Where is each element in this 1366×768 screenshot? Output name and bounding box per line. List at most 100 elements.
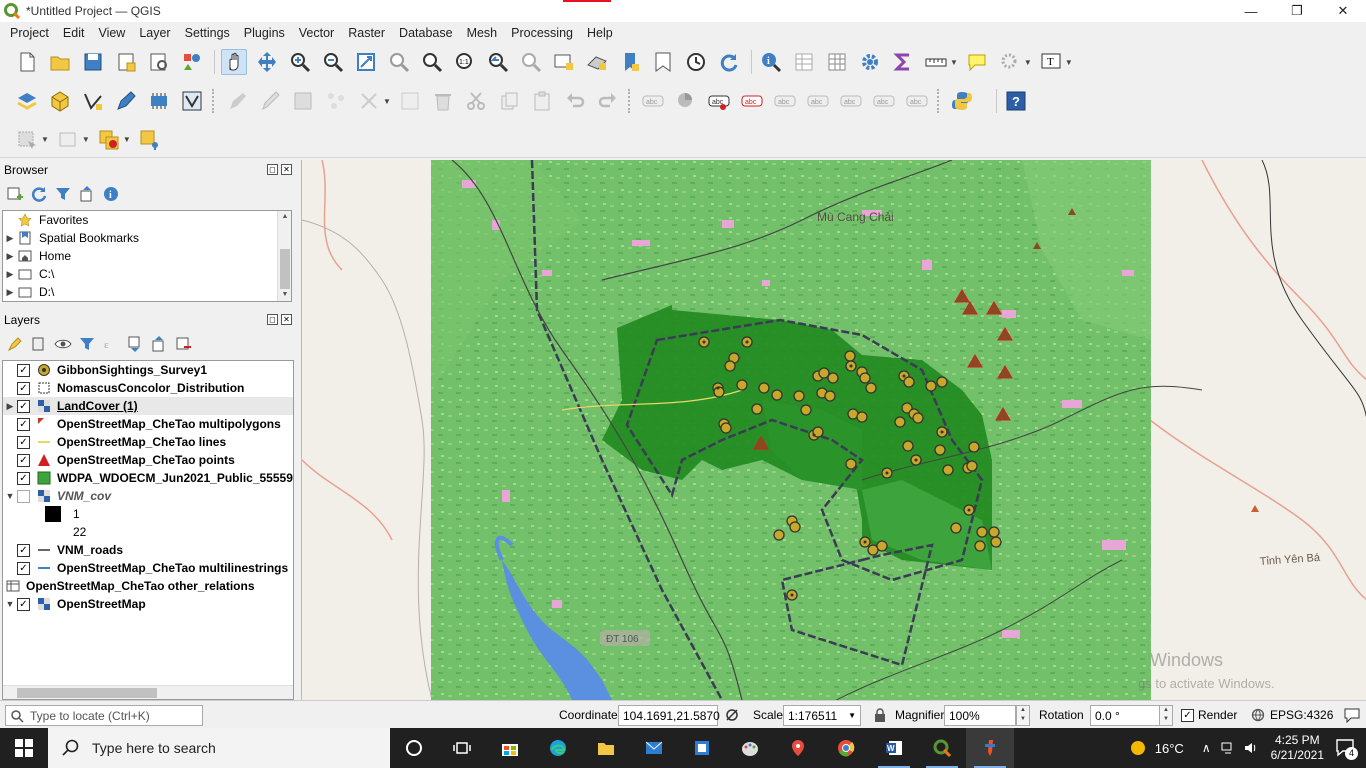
measure-line-button[interactable] [923,49,949,75]
filter-expression-icon[interactable]: ε [102,335,120,353]
locator-search-input[interactable]: Type to locate (Ctrl+K) [5,705,203,726]
zoom-out-button[interactable] [320,49,346,75]
virtual-layer-button[interactable] [179,88,205,114]
pan-to-selection-button[interactable] [254,49,280,75]
layer-row-landcover[interactable]: ▶ ✓ LandCover (1) [3,397,293,415]
layer-visibility-checkbox[interactable]: ✓ [17,453,30,467]
layer-visibility-checkbox[interactable]: ✓ [17,363,30,377]
menu-vector[interactable]: Vector [292,26,341,40]
browser-item-c-drive[interactable]: ▶ C:\ [3,265,291,283]
layer-row-wdpa[interactable]: ✓ WDPA_WDOECM_Jun2021_Public_555594 [3,469,293,487]
taskbar-edge-app[interactable] [534,728,582,768]
current-edits-button[interactable] [224,88,250,114]
add-group-icon[interactable] [30,335,48,353]
filter-legend-icon[interactable] [78,335,96,353]
digitize-pen-button[interactable] [113,88,139,114]
layer-visibility-checkbox[interactable]: ✓ [17,561,30,575]
menu-plugins[interactable]: Plugins [237,26,292,40]
toggle-extents-icon[interactable] [725,708,739,722]
layer-visibility-checkbox[interactable]: ✓ [17,471,30,485]
layer-row-vnm-roads[interactable]: ✓ VNM_roads [3,541,293,559]
processing-toolbox-button[interactable] [857,49,883,75]
menu-database[interactable]: Database [392,26,460,40]
menu-view[interactable]: View [91,26,132,40]
volume-icon[interactable] [1243,740,1259,756]
layers-horizontal-scrollbar[interactable] [3,685,293,699]
vertex-tool-button[interactable] [356,88,382,114]
help-button[interactable]: ? [1003,88,1029,114]
cut-features-button[interactable] [463,88,489,114]
menu-layer[interactable]: Layer [132,26,177,40]
layer-visibility-checkbox[interactable] [17,489,30,503]
taskbar-mail-app[interactable] [630,728,678,768]
layer-row-osm-points[interactable]: ✓ OpenStreetMap_CheTao points [3,451,293,469]
taskbar-explorer-app[interactable] [582,728,630,768]
pin-labels-button[interactable]: abc [706,88,732,114]
render-checkbox[interactable]: ✓ [1181,709,1194,722]
taskbar-active-app[interactable] [966,728,1014,768]
new-project-button[interactable] [14,49,40,75]
menu-project[interactable]: Project [3,26,56,40]
new-map-view-button[interactable] [551,49,577,75]
layer-row-vnm-cov[interactable]: ▼ VNM_cov [3,487,293,505]
minimize-button[interactable]: — [1228,0,1274,22]
layer-row-osm-other-relations[interactable]: OpenStreetMap_CheTao other_relations [3,577,293,595]
float-panel-button[interactable]: ◻ [267,164,278,175]
manage-themes-icon[interactable] [54,335,72,353]
browser-item-spatial-bookmarks[interactable]: ▶ Spatial Bookmarks [3,229,291,247]
magnifier-field[interactable]: 100% [944,705,1016,726]
change-label-button[interactable]: abc [871,88,897,114]
cortana-button[interactable] [390,728,438,768]
zoom-full-button[interactable] [353,49,379,75]
weather-temperature[interactable]: 16°C [1155,741,1184,756]
save-project-button[interactable] [80,49,106,75]
crs-label[interactable]: EPSG:4326 [1270,708,1333,722]
refresh-button[interactable] [716,49,742,75]
select-by-location-button[interactable] [997,49,1023,75]
maximize-button[interactable]: ❐ [1274,0,1320,22]
vertex-dropdown-arrow[interactable]: ▼ [383,97,391,106]
layer-row-nomascus-distribution[interactable]: ✓ NomascusConcolor_Distribution [3,379,293,397]
data-source-manager-button[interactable] [14,88,40,114]
remove-layer-icon[interactable] [174,335,192,353]
select-by-value-button[interactable] [55,127,81,153]
taskbar-chrome-app[interactable] [822,728,870,768]
layer-row-osm-lines[interactable]: ✓ OpenStreetMap_CheTao lines [3,433,293,451]
delete-selected-button[interactable] [430,88,456,114]
new-bookmark-button[interactable] [617,49,643,75]
taskbar-paint-app[interactable] [726,728,774,768]
python-console-button[interactable] [949,88,975,114]
modify-attributes-button[interactable] [397,88,423,114]
zoom-to-layer-button[interactable] [419,49,445,75]
copy-features-button[interactable] [496,88,522,114]
collapse-all-icon[interactable] [150,335,168,353]
task-view-button[interactable] [438,728,486,768]
layer-row-osm-multipolygons[interactable]: ✓ OpenStreetMap_CheTao multipolygons [3,415,293,433]
filter-icon[interactable] [54,185,72,203]
chevron-up-icon[interactable]: ∧ [1202,741,1211,755]
layout-manager-button[interactable] [146,49,172,75]
open-attribute-table-button[interactable] [791,49,817,75]
menu-raster[interactable]: Raster [341,26,392,40]
map-tips-button[interactable] [964,49,990,75]
start-button[interactable] [0,728,48,768]
temporal-controller-button[interactable] [683,49,709,75]
new-3d-view-button[interactable] [584,49,610,75]
toggle-editing-button[interactable] [257,88,283,114]
move-label-button[interactable]: abc [772,88,798,114]
undo-button[interactable] [562,88,588,114]
taskbar-maps-app[interactable] [774,728,822,768]
scale-combobox[interactable]: 1:176511 ▼ [783,705,861,726]
select-by-location-tool-button[interactable] [137,127,163,153]
notification-center-button[interactable]: 4 [1334,736,1358,760]
show-hide-labels-button[interactable]: abc [805,88,831,114]
close-panel-button[interactable]: ✕ [281,164,292,175]
properties-info-icon[interactable]: i [102,185,120,203]
layer-row-osm-multilinestrings[interactable]: ✓ OpenStreetMap_CheTao multilinestrings [3,559,293,577]
select-features-dropdown[interactable]: ▼ [41,135,49,144]
layer-visibility-checkbox[interactable]: ✓ [17,435,30,449]
menu-help[interactable]: Help [580,26,620,40]
taskbar-search-box[interactable]: Type here to search [48,728,390,768]
add-selected-layers-icon[interactable] [6,185,24,203]
identify-features-button[interactable]: i [758,49,784,75]
